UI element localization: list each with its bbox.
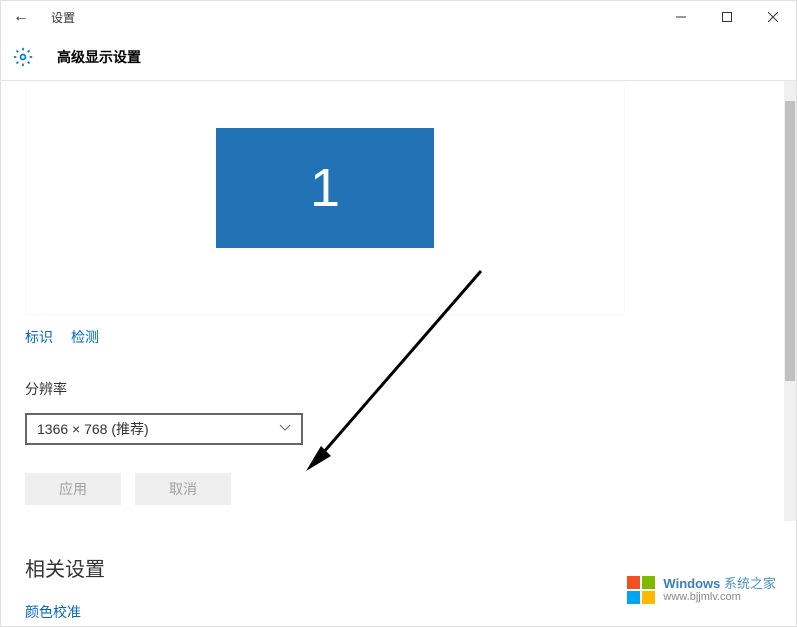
window-title: 设置 (51, 9, 75, 26)
gear-icon (11, 45, 35, 69)
cancel-button[interactable]: 取消 (135, 473, 231, 505)
back-button[interactable]: ← (1, 1, 41, 33)
vertical-scrollbar[interactable] (784, 81, 796, 521)
detect-link[interactable]: 检测 (71, 327, 99, 347)
display-links: 标识 检测 (25, 327, 772, 347)
watermark-url: www.bjjmlv.com (663, 591, 776, 604)
monitor-1[interactable]: 1 (216, 128, 434, 248)
identify-link[interactable]: 标识 (25, 327, 53, 347)
action-buttons: 应用 取消 (25, 473, 772, 505)
content-area: 1 标识 检测 分辨率 1366 × 768 (推荐) 应用 取消 相关设置 颜… (1, 81, 796, 628)
resolution-selected: 1366 × 768 (推荐) (37, 419, 149, 439)
back-arrow-icon: ← (13, 8, 29, 26)
window-controls (658, 1, 796, 33)
chevron-down-icon (279, 424, 291, 435)
watermark-text: Windows 系统之家 www.bjjmlv.com (663, 576, 776, 605)
resolution-dropdown[interactable]: 1366 × 768 (推荐) (25, 413, 303, 445)
windows-logo-icon (625, 574, 657, 606)
apply-button[interactable]: 应用 (25, 473, 121, 505)
close-button[interactable] (750, 1, 796, 33)
page-title: 高级显示设置 (57, 47, 141, 67)
titlebar: ← 设置 (1, 1, 796, 33)
resolution-label: 分辨率 (25, 379, 772, 399)
minimize-button[interactable] (658, 1, 704, 33)
display-preview: 1 (25, 81, 625, 315)
watermark-line1: Windows 系统之家 (663, 576, 776, 592)
page-header: 高级显示设置 (1, 33, 796, 81)
scrollbar-thumb[interactable] (785, 101, 795, 381)
watermark: Windows 系统之家 www.bjjmlv.com (625, 574, 776, 606)
monitor-number: 1 (310, 157, 340, 219)
maximize-button[interactable] (704, 1, 750, 33)
